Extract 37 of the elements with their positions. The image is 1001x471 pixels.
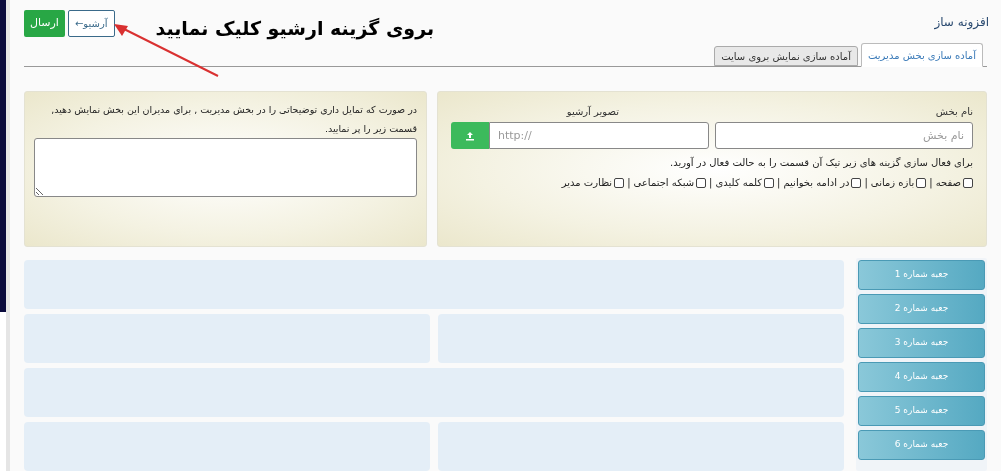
box-button[interactable]: جعبه شماره 5 — [858, 396, 985, 426]
option-label: صفحه — [935, 176, 961, 191]
tab[interactable]: آماده سازی بخش مدیریت — [861, 43, 983, 68]
page-title: افزونه ساز — [934, 14, 989, 31]
separator-text: | — [777, 176, 781, 191]
option-label: شبکه اجتماعی — [633, 176, 695, 191]
separator-text: | — [709, 176, 713, 191]
box-button[interactable]: جعبه شماره 2 — [858, 294, 985, 324]
checkbox[interactable] — [614, 177, 625, 188]
field-label: نام بخش — [934, 105, 973, 120]
archive-button[interactable]: آرشیو← — [67, 10, 115, 37]
box-button[interactable]: جعبه شماره 4 — [858, 362, 985, 392]
image-url-field[interactable]: http:// — [489, 122, 709, 150]
hint-text: برای فعال سازی گزینه های زیر تیک آن قسمت را به حالت فعال در آورید. — [669, 155, 973, 171]
description-field[interactable] — [34, 138, 417, 198]
upload-icon — [465, 130, 475, 141]
checkbox[interactable] — [916, 177, 927, 188]
box-button[interactable]: جعبه شماره 6 — [858, 430, 985, 460]
option-label: بازه زمانی — [870, 176, 915, 191]
send-button[interactable]: ارسال — [24, 10, 65, 37]
checkbox[interactable] — [696, 177, 707, 188]
separator-text: | — [627, 176, 631, 191]
option-label: نظارت مدیر — [561, 176, 613, 191]
separator-text: | — [864, 176, 868, 191]
option-label: در ادامه بخوانیم — [783, 176, 850, 191]
checkbox[interactable] — [963, 177, 973, 188]
tab[interactable]: آماده سازی نمایش بروی سایت — [714, 46, 858, 67]
option-label: کلمه کلیدی — [715, 176, 763, 191]
field-label: تصویر آرشیو — [565, 105, 620, 120]
checkbox[interactable] — [851, 177, 862, 188]
box-button[interactable]: جعبه شماره 1 — [858, 260, 985, 290]
description-text: در صورت که تمایل داری توضیحاتی را در بخش مدیریت , برای مدیران این بخش نمایش دهید, قسمت زیر را پر نمایید. — [50, 103, 417, 137]
separator-text: | — [929, 176, 933, 191]
checkbox[interactable] — [764, 177, 775, 188]
instruction-text: بروی گزینه ارشیو کلیک نمایید — [155, 16, 435, 42]
section-name-field[interactable]: نام بخش — [715, 122, 973, 150]
box-button[interactable]: جعبه شماره 3 — [858, 328, 985, 358]
